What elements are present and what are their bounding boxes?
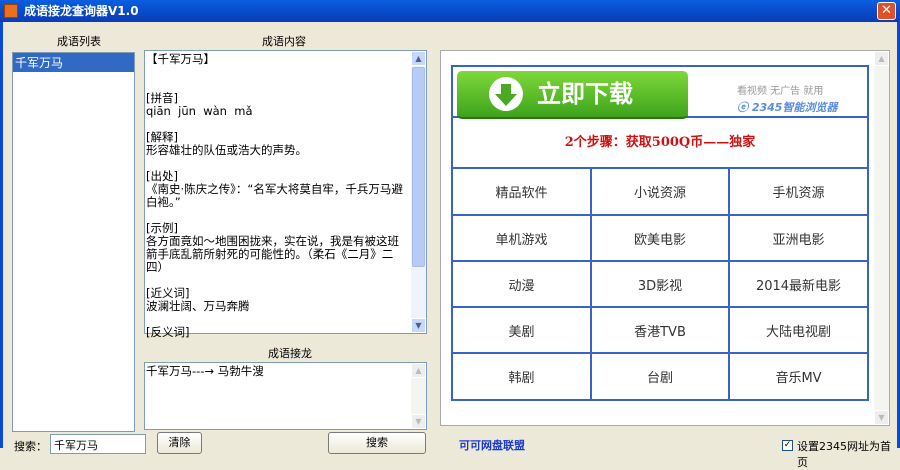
resource-link[interactable]: 动漫 [453,260,592,308]
clear-button[interactable]: 清除 [157,432,202,454]
download-arrow-icon [489,77,523,111]
close-icon: ✕ [881,3,892,18]
scroll-thumb[interactable] [412,67,425,267]
resource-link[interactable]: 精品软件 [453,169,592,216]
resource-row: 韩剧 台剧 音乐MV [453,352,867,399]
content-line: [反义词] [146,325,190,339]
scroll-up-icon[interactable]: ▲ [411,51,426,66]
ad-scrollbar[interactable]: ▲ ▼ [874,51,889,425]
resource-row: 动漫 3D影视 2014最新电影 [453,260,867,308]
scroll-up-icon[interactable]: ▲ [874,51,889,66]
idiom-list-label: 成语列表 [57,35,101,48]
netdisk-link[interactable]: 可可网盘联盟 [459,437,525,453]
resource-link[interactable]: 大陆电视剧 [728,306,867,354]
idiom-chain-label: 成语接龙 [268,347,312,360]
download-label: 立即下载 [537,80,633,108]
idiom-content-text: 【千军万马】 [拼音] qiān jūn wàn mǎ [解释] 形容雄壮的队伍或浩大的… [145,51,426,339]
content-line [146,157,410,170]
resource-link[interactable]: 2014最新电影 [728,260,867,308]
resource-link[interactable]: 亚洲电影 [728,214,867,262]
content-line: 《南史·陈庆之传》：“名军大将莫自牢，千兵万马避白袍。” [146,182,403,209]
resource-link[interactable]: 手机资源 [728,169,867,216]
app-icon [4,4,18,18]
resource-link[interactable]: 台剧 [590,352,730,399]
scroll-up-icon[interactable]: ▲ [411,363,426,378]
promo-link[interactable]: 2个步骤：获取500Q币——独家 [453,118,867,169]
window-title: 成语接龙查询器V1.0 [24,4,139,18]
resource-link[interactable]: 单机游戏 [453,214,592,262]
content-line: 各方面竟如～地围困拢来，实在说，我是有被这班箭手底乱箭所射死的可能性的。（柔石《… [146,234,399,274]
idiom-content-textarea[interactable]: 【千军万马】 [拼音] qiān jūn wàn mǎ [解释] 形容雄壮的队伍或浩大的… [144,50,427,339]
chain-scrollbar[interactable]: ▲ ▼ [411,363,426,429]
homepage-checkbox[interactable]: ✓ [782,440,793,451]
browser-e-icon: ⓔ [737,101,752,114]
resource-link[interactable]: 音乐MV [728,352,867,399]
ad-grid: 立即下载 看视频 无广告 就用 ⓔ 2345智能浏览器 2个步骤：获取500Q币… [451,65,869,401]
content-line [146,79,410,92]
idiom-content-label: 成语内容 [262,35,306,48]
search-label: 搜索： [14,440,47,453]
search-button[interactable]: 搜索 [328,432,426,454]
close-button[interactable]: ✕ [877,2,896,20]
content-line: qiān jūn wàn mǎ [146,104,253,118]
resource-link[interactable]: 3D影视 [590,260,730,308]
title-bar: 成语接龙查询器V1.0 ✕ [0,0,900,22]
resource-table: 精品软件 小说资源 手机资源 单机游戏 欧美电影 亚洲电影 动漫 3D影视 2014最新电影 美剧… [453,169,867,399]
homepage-checkbox-label: 设置2345网址为首页 [797,440,891,469]
resource-link[interactable]: 韩剧 [453,352,592,399]
browser-logo[interactable]: ⓔ 2345智能浏览器 [737,99,837,115]
content-line [146,118,410,131]
scroll-down-icon[interactable]: ▼ [411,414,426,429]
idiom-chain-textarea[interactable]: 千军万马---→ 马勃牛溲 ▲ ▼ [144,362,427,430]
content-line [146,209,410,222]
scroll-down-icon[interactable]: ▼ [411,318,426,333]
content-line: 波澜壮阔、万马奔腾 [146,299,250,313]
resource-link[interactable]: 小说资源 [590,169,730,216]
content-line: 形容雄壮的队伍或浩大的声势。 [146,143,307,157]
resource-link[interactable]: 香港TVB [590,306,730,354]
idiom-list[interactable]: 千军万马 [12,52,135,432]
resource-row: 美剧 香港TVB 大陆电视剧 [453,306,867,354]
content-scrollbar[interactable]: ▲ ▼ [411,51,426,333]
ad-tagline: 看视频 无广告 就用 [737,86,824,97]
list-item[interactable]: 千军万马 [13,53,134,72]
scroll-down-icon[interactable]: ▼ [874,410,889,425]
window-frame-left [0,22,3,448]
resource-link[interactable]: 欧美电影 [590,214,730,262]
content-line: 【千军万马】 [146,52,215,66]
search-input[interactable]: 千军万马 [50,434,146,454]
content-line [146,66,410,79]
download-now-button[interactable]: 立即下载 [457,71,688,117]
resource-row: 单机游戏 欧美电影 亚洲电影 [453,214,867,262]
idiom-chain-text: 千军万马---→ 马勃牛溲 [146,364,264,378]
resource-link[interactable]: 美剧 [453,306,592,354]
resource-row: 精品软件 小说资源 手机资源 [453,169,867,216]
